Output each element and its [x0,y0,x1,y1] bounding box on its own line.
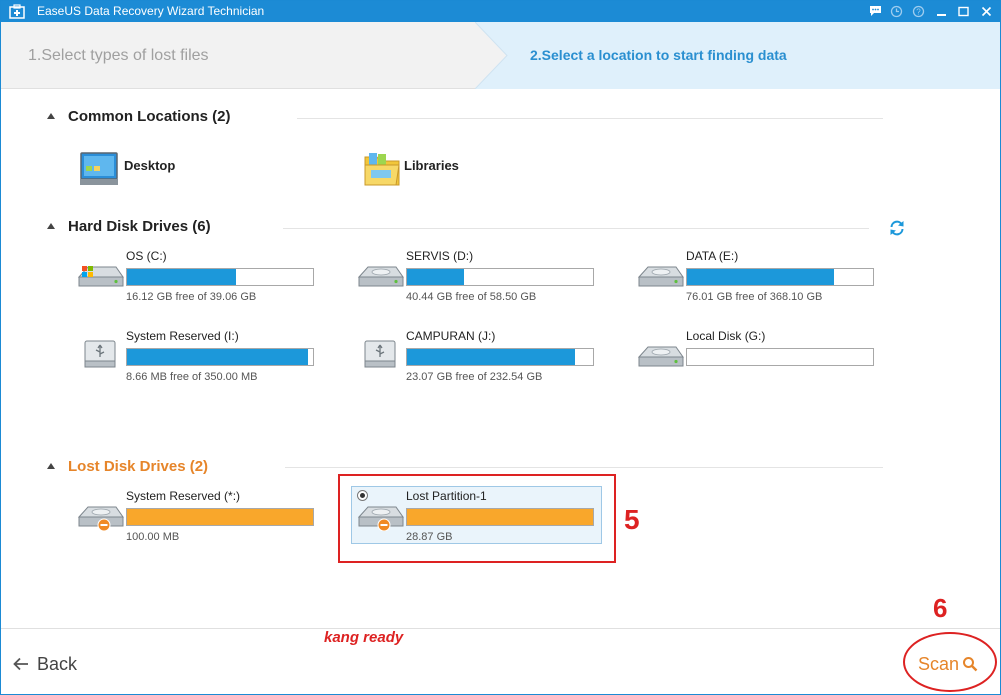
lost-disk-drives-title: Lost Disk Drives (2) [68,457,209,475]
drive-usage-bar [126,268,314,286]
section-divider [285,467,883,468]
search-icon [963,657,978,672]
drive-usage-bar [126,348,314,366]
usb-drive-icon [364,340,396,368]
drive-usage-bar [686,268,874,286]
drive-name: OS (C:) [126,249,167,263]
annotation-highlight-box [338,474,616,563]
minimize-button[interactable] [933,3,949,19]
drive-item[interactable]: DATA (E:) 76.01 GB free of 368.10 GB [636,249,896,309]
drive-item[interactable]: System Reserved (I:) 8.66 MB free of 350… [76,329,336,389]
drive-size: 16.12 GB free of 39.06 GB [126,291,257,303]
help-button[interactable]: ? [910,3,926,19]
drive-usage-fill [407,269,465,285]
history-icon [890,5,902,17]
drive-item[interactable]: CAMPURAN (J:) 23.07 GB free of 232.54 GB [356,329,616,389]
drive-item[interactable]: OS (C:) 16.12 GB free of 39.06 GB [76,249,336,309]
title-bar: EaseUS Data Recovery Wizard Technician ? [1,1,1000,22]
watermark-text: kang ready [324,629,404,646]
back-label: Back [37,653,78,674]
drive-name: CAMPURAN (J:) [406,329,496,343]
folder-icon [364,153,400,186]
section-divider [283,228,869,229]
arrow-left-icon [13,657,28,671]
app-window: EaseUS Data Recovery Wizard Technician ?… [0,0,1001,695]
hard-drive-icon [357,266,404,287]
hard-disk-drives-header[interactable]: Hard Disk Drives (6) [47,216,211,236]
collapse-triangle-icon [47,223,55,229]
drive-usage-fill [127,269,237,285]
location-label: Desktop [124,158,176,173]
step-2-label: 2.Select a location to start finding dat… [530,47,787,63]
drive-item[interactable]: SERVIS (D:) 40.44 GB free of 58.50 GB [356,249,616,309]
drive-name: System Reserved (I:) [126,329,239,343]
maximize-icon [957,6,969,16]
section-divider [297,118,883,119]
scan-button[interactable]: Scan [918,653,978,675]
annotation-step-number: 6 [933,593,948,623]
lost-disk-drives-header[interactable]: Lost Disk Drives (2) [47,456,208,476]
drive-size: 23.07 GB free of 232.54 GB [406,371,543,383]
drive-usage-fill [687,269,835,285]
drive-usage-bar [686,348,874,366]
drive-name: System Reserved (*:) [126,489,241,503]
maximize-button[interactable] [955,3,971,19]
minimize-icon [936,13,946,16]
history-button[interactable] [888,3,904,19]
close-icon [981,6,991,16]
wizard-steps: 1.Select types of lost files 2.Select a … [1,22,1000,89]
drive-usage-bar [406,348,594,366]
drive-item[interactable]: Local Disk (G:) [636,329,896,389]
location-libraries[interactable]: Libraries [363,149,583,189]
common-locations-header[interactable]: Common Locations (2) [47,106,231,126]
window-title: EaseUS Data Recovery Wizard Technician [37,4,265,18]
drive-size: 76.01 GB free of 368.10 GB [686,291,823,303]
svg-text:?: ? [916,7,921,16]
windows-drive-icon [77,266,124,287]
drive-name: DATA (E:) [686,249,739,263]
scan-label: Scan [918,653,960,674]
annotation-step-number: 5 [624,504,640,535]
location-desktop[interactable]: Desktop [79,149,299,189]
drive-size: 8.66 MB free of 350.00 MB [126,371,258,383]
drive-size: 100.00 MB [126,531,180,543]
collapse-triangle-icon [47,113,55,119]
lost-drive-icon [77,506,124,531]
app-logo-icon [9,4,25,19]
drive-usage-fill [407,349,575,365]
usb-drive-icon [84,340,116,368]
feedback-button[interactable] [867,3,883,19]
drive-size: 40.44 GB free of 58.50 GB [406,291,537,303]
drive-usage-bar [126,508,314,526]
desktop-icon [80,152,118,185]
back-button[interactable]: Back [13,653,77,675]
close-button[interactable] [978,3,994,19]
help-icon: ? [912,5,924,17]
footer-divider [1,628,1000,629]
location-label: Libraries [404,158,459,173]
drive-usage-bar [406,268,594,286]
drive-name: SERVIS (D:) [406,249,474,263]
collapse-triangle-icon [47,463,55,469]
hard-drive-icon [637,346,684,367]
drive-usage-fill [127,349,309,365]
step-1-label[interactable]: 1.Select types of lost files [28,47,209,65]
hard-drive-icon [637,266,684,287]
common-locations-title: Common Locations (2) [68,107,231,125]
refresh-icon[interactable] [888,219,906,237]
hard-disk-drives-title: Hard Disk Drives (6) [68,217,211,235]
lost-drive-item[interactable]: System Reserved (*:) 100.00 MB [76,489,336,549]
chat-icon [869,6,881,16]
drive-name: Local Disk (G:) [686,329,766,343]
drive-usage-fill [127,509,313,525]
